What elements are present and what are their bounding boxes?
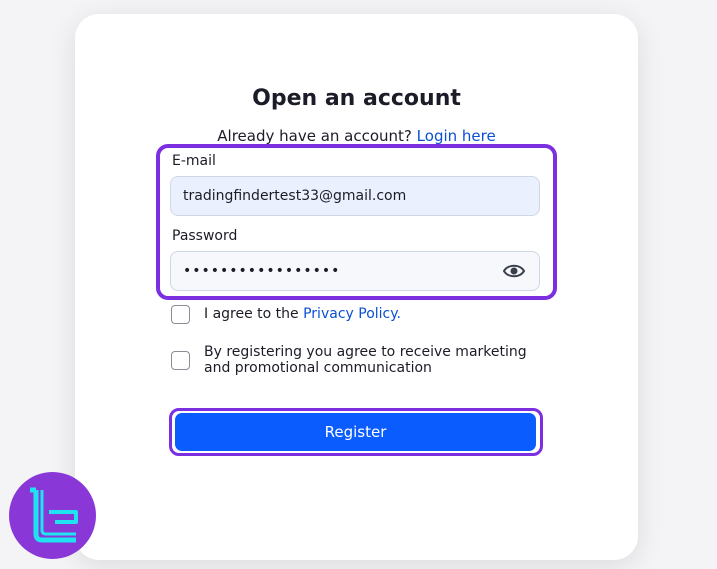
eye-icon[interactable] bbox=[502, 260, 526, 282]
register-button[interactable]: Register bbox=[175, 413, 536, 451]
password-field[interactable] bbox=[170, 251, 540, 291]
privacy-policy-link[interactable]: Privacy Policy. bbox=[303, 306, 401, 322]
have-account-text: Already have an account? bbox=[217, 127, 412, 145]
privacy-prefix: I agree to the bbox=[204, 306, 299, 322]
login-link[interactable]: Login here bbox=[417, 127, 496, 145]
brand-logo bbox=[9, 472, 96, 559]
tf-logo-icon bbox=[30, 487, 78, 543]
page-title: Open an account bbox=[252, 86, 461, 111]
marketing-consent-text: By registering you agree to receive mark… bbox=[204, 344, 527, 376]
privacy-checkbox[interactable] bbox=[171, 305, 190, 324]
marketing-line-1: By registering you agree to receive mark… bbox=[204, 344, 527, 360]
marketing-checkbox[interactable] bbox=[171, 351, 190, 370]
email-field[interactable] bbox=[170, 176, 540, 216]
privacy-text: I agree to the Privacy Policy. bbox=[204, 306, 401, 322]
login-prompt: Already have an account? Login here bbox=[75, 127, 638, 145]
email-label: E-mail bbox=[172, 153, 216, 169]
marketing-line-2: and promotional communication bbox=[204, 360, 432, 376]
password-label: Password bbox=[172, 228, 238, 244]
